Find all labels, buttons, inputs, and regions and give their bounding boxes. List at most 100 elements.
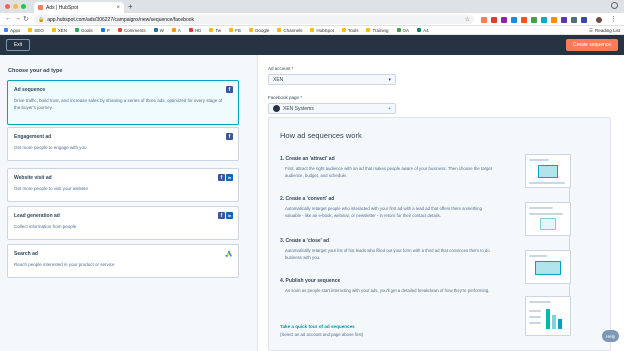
extension-icon[interactable] xyxy=(501,17,507,23)
bookmark-item[interactable]: SEO xyxy=(28,28,44,33)
step-title: 2. Create a 'convert' ad xyxy=(280,196,335,202)
publish-report-illustration-icon xyxy=(525,296,571,336)
close-window-icon[interactable] xyxy=(5,4,10,9)
close-tab-icon[interactable]: × xyxy=(116,5,120,11)
card-title: Search ad xyxy=(14,251,38,257)
minimize-window-icon[interactable] xyxy=(13,4,18,9)
sequence-settings-panel: Ad account * XEN ▾ Facebook page * XEN S… xyxy=(258,55,624,351)
facebook-icon: f xyxy=(218,174,225,181)
ad-type-card-website-visit[interactable]: Website visit ad Get more people to visi… xyxy=(7,168,239,202)
ad-type-card-lead-generation[interactable]: Lead generation ad Collect information f… xyxy=(7,206,239,240)
how-it-works-box: How ad sequences work 1. Create an 'attr… xyxy=(268,117,611,351)
bookmark-item[interactable]: FB xyxy=(229,28,241,33)
quick-tour-link[interactable]: Take a quick tour of ad sequences xyxy=(280,324,355,329)
forward-icon[interactable]: → xyxy=(14,15,21,22)
step-convert: 2. Create a 'convert' ad Automatically r… xyxy=(280,196,495,219)
extension-icon[interactable] xyxy=(511,17,517,23)
bookmark-item[interactable]: XEN xyxy=(51,28,67,33)
bookmark-item[interactable]: Training xyxy=(366,28,389,33)
bookmark-item[interactable]: A xyxy=(171,28,181,33)
step-description: Automatically retarget your list of hot … xyxy=(285,248,490,260)
extension-icon[interactable] xyxy=(521,17,527,23)
maximize-window-icon[interactable] xyxy=(21,4,26,9)
bookmark-item[interactable]: Goals xyxy=(75,28,93,33)
app-header: Exit Create sequence xyxy=(0,35,624,55)
extension-icon[interactable] xyxy=(541,17,547,23)
card-description: Collect information from people xyxy=(14,224,77,229)
bookmark-item[interactable]: HubSpot xyxy=(310,28,334,33)
linkedin-icon: in xyxy=(226,174,233,181)
bookmark-item[interactable]: Google xyxy=(248,28,269,33)
extension-icon[interactable] xyxy=(561,17,567,23)
step-description: Automatically retarget people who intera… xyxy=(285,206,482,218)
window-menu-icon[interactable] xyxy=(611,2,618,9)
facebook-page-value: XEN Systems xyxy=(283,105,314,112)
exit-button[interactable]: Exit xyxy=(6,39,30,51)
page-avatar-icon xyxy=(273,105,280,112)
create-sequence-button[interactable]: Create sequence xyxy=(566,39,618,51)
card-description: Get more people to visit your website xyxy=(14,186,89,191)
card-title: Engagement ad xyxy=(14,134,52,140)
lock-icon: 🔒 xyxy=(38,16,45,23)
google-ads-icon xyxy=(225,250,232,257)
quick-tour-note: (Select an ad account and page above fir… xyxy=(280,332,364,337)
extension-icon[interactable] xyxy=(571,17,577,23)
browser-tab-bar: Ads | HubSpot × + xyxy=(0,0,624,13)
ad-type-card-search[interactable]: Search ad Reach people interested in you… xyxy=(7,244,239,278)
card-title: Ad sequence xyxy=(14,87,46,93)
reload-icon[interactable]: ↻ xyxy=(23,15,29,23)
ad-account-value: XEN xyxy=(273,76,284,83)
facebook-page-select[interactable]: XEN Systems + xyxy=(268,103,396,114)
browser-tab[interactable]: Ads | HubSpot × xyxy=(34,2,124,13)
step-title: 3. Create a 'close' ad xyxy=(280,238,330,244)
bookmark-item[interactable]: OA xyxy=(396,28,409,33)
bookmark-item[interactable]: W xyxy=(153,28,164,33)
step-title: 1. Create an 'attract' ad xyxy=(280,156,335,162)
reading-list[interactable]: ☰ Reading List xyxy=(589,26,620,35)
bookmark-item[interactable]: Tools xyxy=(341,28,358,33)
new-tab-icon[interactable]: + xyxy=(128,2,133,11)
extension-icon[interactable] xyxy=(481,17,487,23)
ad-type-card-ad-sequence[interactable]: Ad sequence Drive traffic, build trust, … xyxy=(7,80,239,125)
connector-line xyxy=(569,282,570,296)
connector-line xyxy=(569,186,570,202)
ad-account-select[interactable]: XEN ▾ xyxy=(268,74,396,85)
ad-type-card-engagement[interactable]: Engagement ad Get more people to engage … xyxy=(7,127,239,161)
address-bar[interactable]: 🔒 app.hubspot.com/ads/306227/campaigns/n… xyxy=(34,15,474,24)
bookmark-item[interactable]: Channels xyxy=(277,28,302,33)
bookmark-item[interactable]: HD xyxy=(188,28,201,33)
linkedin-icon: in xyxy=(226,212,233,219)
hubspot-favicon-icon xyxy=(38,5,43,10)
connector-line xyxy=(569,236,570,250)
facebook-icon: f xyxy=(218,212,225,219)
bookmark-item[interactable]: Comments xyxy=(117,28,146,33)
extension-icon[interactable] xyxy=(531,17,537,23)
help-button[interactable]: Help xyxy=(602,330,619,342)
add-icon: + xyxy=(388,105,391,112)
bookmark-item[interactable]: A4 xyxy=(417,28,429,33)
tab-title: Ads | HubSpot xyxy=(46,4,79,11)
url-text: app.hubspot.com/ads/306227/campaigns/new… xyxy=(47,16,195,23)
chevron-down-icon: ▾ xyxy=(388,76,391,83)
bookmark-star-icon[interactable]: ☆ xyxy=(465,16,470,23)
step-publish: 4. Publish your sequence As soon as peop… xyxy=(280,278,495,295)
bookmark-item[interactable]: Apps xyxy=(4,28,20,33)
bookmarks-bar: Apps SEO XEN Goals P Comments W A HD Tw … xyxy=(0,26,624,35)
facebook-page-label: Facebook page * xyxy=(268,95,303,100)
browser-menu-icon[interactable]: ⋮ xyxy=(610,15,617,23)
extension-icon[interactable] xyxy=(581,17,587,23)
facebook-icon: f xyxy=(226,86,233,93)
reading-list-icon: ☰ xyxy=(588,27,593,33)
step-attract: 1. Create an 'attract' ad First, attract… xyxy=(280,156,495,179)
panel-heading: Choose your ad type xyxy=(8,68,63,74)
step-description: As soon as people start interacting with… xyxy=(285,288,490,293)
step-close: 3. Create a 'close' ad Automatically ret… xyxy=(280,238,495,261)
extension-icon[interactable] xyxy=(551,17,557,23)
back-icon[interactable]: ← xyxy=(5,15,12,22)
profile-avatar-icon[interactable] xyxy=(596,17,602,23)
how-it-works-title: How ad sequences work xyxy=(280,131,362,140)
card-description: Reach people interested in your product … xyxy=(14,262,115,267)
bookmark-item[interactable]: P xyxy=(100,28,110,33)
bookmark-item[interactable]: Tw xyxy=(209,28,221,33)
extension-icon[interactable] xyxy=(491,17,497,23)
